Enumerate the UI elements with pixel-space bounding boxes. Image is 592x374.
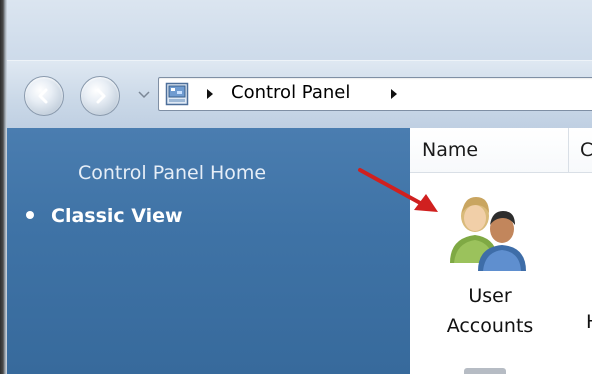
task-pane-sidebar: Control Panel Home Classic View — [7, 128, 410, 374]
user-accounts-label[interactable]: User Accounts — [428, 281, 552, 341]
window-frame-edge — [0, 0, 7, 374]
breadcrumb-control-panel[interactable]: Control Panel — [231, 82, 350, 104]
recent-pages-dropdown-icon[interactable] — [137, 90, 151, 100]
column-header-label: Name — [422, 139, 479, 161]
back-button[interactable] — [24, 76, 64, 116]
control-panel-icon — [165, 82, 189, 106]
bullet-icon — [26, 210, 34, 219]
user-accounts-icon[interactable] — [440, 183, 540, 273]
address-bar[interactable]: Control Panel — [158, 77, 592, 111]
forward-arrow-icon — [96, 88, 106, 104]
column-header-category[interactable]: C — [580, 139, 592, 161]
breadcrumb-chevron-icon[interactable] — [389, 88, 399, 100]
control-panel-window: Control Panel Control Panel Home Classic… — [0, 0, 592, 374]
sidebar-item-label: Classic View — [51, 205, 183, 227]
items-view: Name C User Accounts H — [410, 128, 592, 374]
list-item-partial-label[interactable]: H — [586, 311, 592, 333]
annotation-arrow-icon — [358, 168, 438, 212]
back-arrow-icon — [38, 88, 48, 104]
sidebar-item-control-panel-home[interactable]: Control Panel Home — [78, 162, 266, 184]
breadcrumb-chevron-icon[interactable] — [205, 88, 215, 100]
item-label-line: User — [468, 285, 512, 307]
sidebar-item-classic-view[interactable]: Classic View — [26, 205, 183, 227]
forward-button[interactable] — [80, 76, 120, 116]
item-label-line: Accounts — [446, 315, 534, 337]
partial-item-icon[interactable] — [464, 368, 506, 374]
